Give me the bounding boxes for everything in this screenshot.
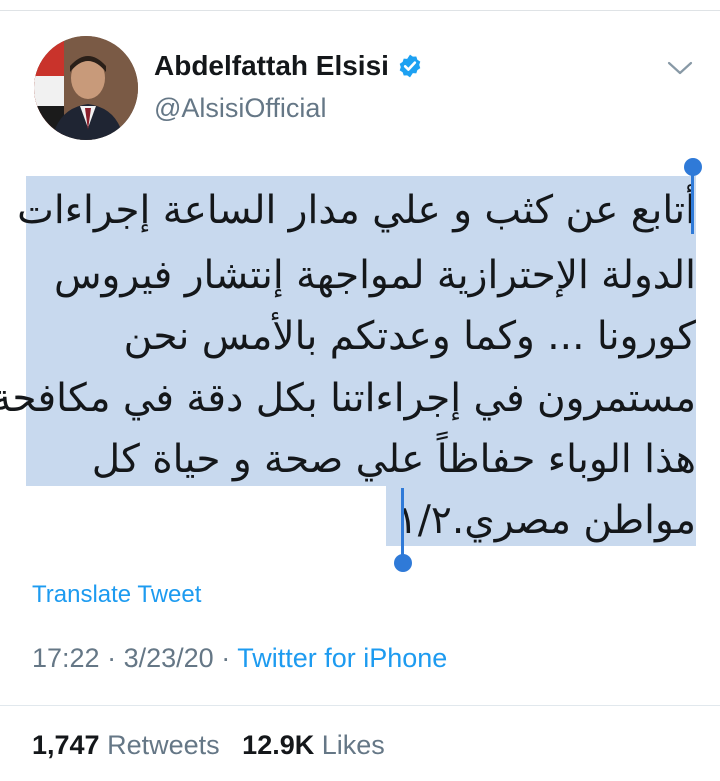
display-name[interactable]: Abdelfattah Elsisi (154, 50, 389, 82)
tweet-time: 17:22 (32, 643, 100, 673)
selection-end-handle[interactable] (394, 554, 412, 572)
avatar[interactable] (34, 36, 138, 140)
profile-photo-icon (34, 36, 138, 140)
chevron-down-icon[interactable] (666, 58, 694, 78)
name-row: Abdelfattah Elsisi (154, 50, 423, 82)
retweets-count: 1,747 (32, 730, 100, 760)
likes-count: 12.9K (242, 730, 315, 760)
tweet-line: مواطن مصري.١/٢ (396, 498, 696, 543)
meta-separator: · (107, 643, 117, 673)
retweets-stat[interactable]: 1,747 Retweets (32, 730, 220, 760)
tweet-stats: 1,747 Retweets 12.9K Likes (32, 728, 385, 762)
tweet-line: الدولة الإحترازية لمواجهة إنتشار فيروس (53, 253, 696, 298)
likes-label: Likes (321, 730, 385, 760)
top-divider (0, 0, 720, 11)
tweet-source-link[interactable]: Twitter for iPhone (237, 643, 447, 673)
meta-separator: · (221, 643, 231, 673)
verified-badge-icon (399, 54, 421, 78)
tweet-text[interactable]: أتابع عن كثب و علي مدار الساعة إجراءات ا… (0, 176, 696, 556)
retweets-label: Retweets (107, 730, 220, 760)
likes-stat[interactable]: 12.9K Likes (242, 730, 385, 760)
tweet-date[interactable]: 3/23/20 (124, 643, 214, 673)
user-handle[interactable]: @AlsisiOfficial (154, 92, 326, 124)
tweet-line: هذا الوباء حفاظاً علي صحة و حياة كل (91, 437, 696, 482)
stats-divider (0, 705, 720, 706)
tweet-line: أتابع عن كثب و علي مدار الساعة إجراءات (17, 188, 696, 233)
selection-start-caret (691, 168, 694, 234)
tweet-meta: 17:22 · 3/23/20 · Twitter for iPhone (32, 641, 447, 675)
selection-end-caret (401, 488, 404, 560)
tweet-line: كورونا ... وكما وعدتكم بالأمس نحن (123, 314, 696, 359)
translate-tweet-link[interactable]: Translate Tweet (32, 580, 201, 610)
tweet-line: مستمرون في إجراءاتنا بكل دقة في مكافحة (0, 376, 696, 421)
